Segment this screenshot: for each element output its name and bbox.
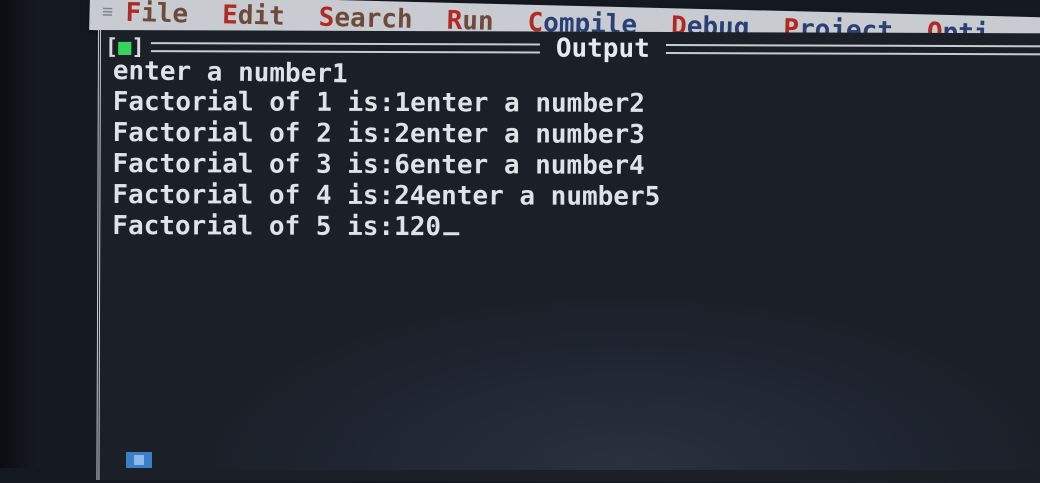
output-line-text: Factorial of 5 is:120 <box>112 211 442 243</box>
menu-file[interactable]: File <box>125 0 188 29</box>
menu-edit-hotkey: E <box>221 0 239 31</box>
output-text-area: enter a number1 Factorial of 1 is:1enter… <box>112 56 1040 245</box>
menu-edit-label: dit <box>237 0 286 32</box>
output-window: [■] Output enter a number1 Factorial of … <box>96 30 1040 483</box>
output-line: Factorial of 3 is:6enter a number4 <box>112 149 645 181</box>
menu-file-hotkey: F <box>125 0 142 29</box>
text-cursor <box>443 232 460 236</box>
title-rule-left <box>150 42 540 54</box>
scrollbar-thumb[interactable] <box>126 452 152 468</box>
menu-file-label: ile <box>140 0 189 30</box>
output-line-last: Factorial of 5 is:120 <box>112 211 1040 245</box>
monitor-bezel <box>0 0 40 468</box>
title-rule-right <box>665 43 1040 56</box>
menu-edit[interactable]: Edit <box>222 0 285 32</box>
system-menu-icon[interactable]: ≡ <box>89 1 125 22</box>
output-line: Factorial of 2 is:2enter a number3 <box>112 118 645 150</box>
output-line: Factorial of 4 is:24enter a number5 <box>112 180 661 212</box>
menu-search-hotkey: S <box>318 2 335 33</box>
